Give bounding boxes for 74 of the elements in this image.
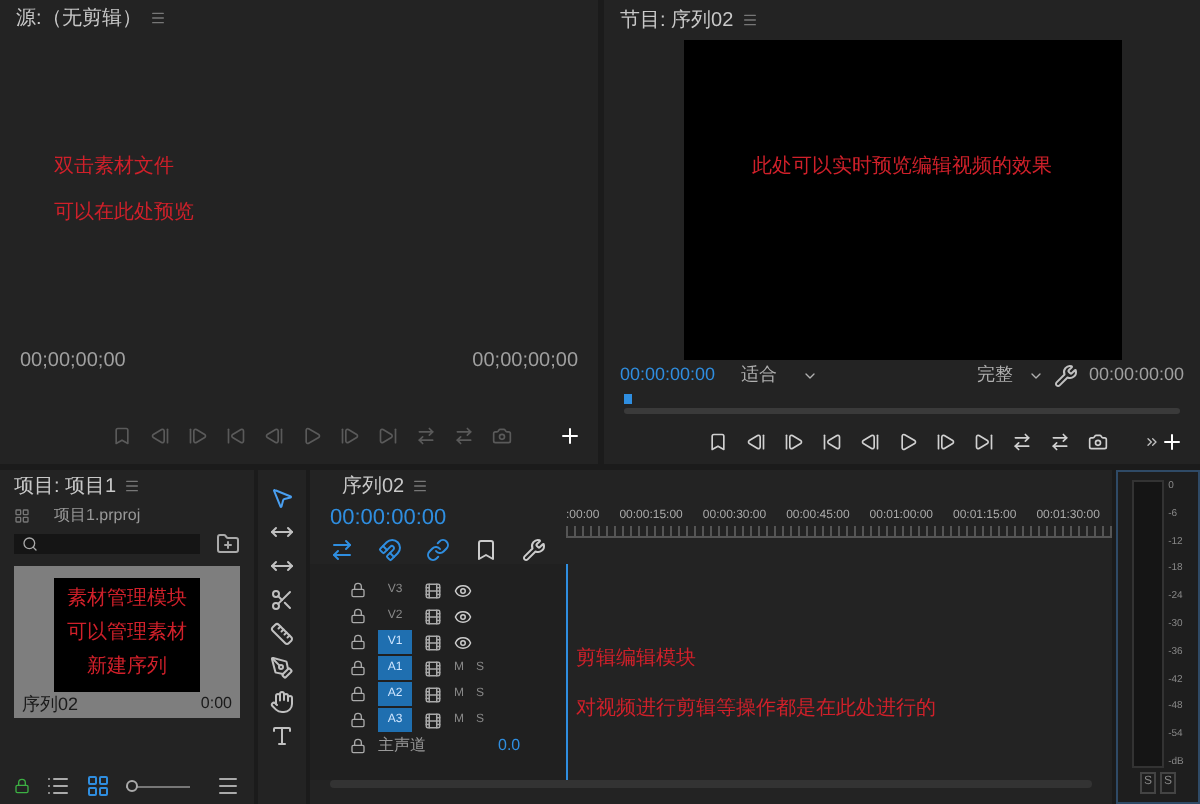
sort-icon[interactable] <box>216 774 240 798</box>
settings-icon[interactable] <box>1054 364 1079 388</box>
menu-icon[interactable] <box>741 12 758 28</box>
zoom-slider-thumb[interactable] <box>126 780 138 792</box>
razor-icon[interactable] <box>270 588 294 612</box>
volume-value[interactable]: 0.0 <box>498 734 521 758</box>
search-field[interactable] <box>14 534 200 554</box>
sync-lock-icon[interactable] <box>424 633 442 651</box>
panel-title[interactable]: 节目: 序列02 <box>620 5 734 35</box>
annotation-text: 对视频进行剪辑等操作都是在此处进行的 <box>576 695 936 723</box>
timecode: 00:00:00:00 <box>1088 362 1184 389</box>
chevron-down-icon <box>1028 368 1045 384</box>
lock-icon[interactable] <box>350 738 366 754</box>
playhead-marker[interactable] <box>624 394 632 404</box>
lock-icon[interactable] <box>350 686 366 702</box>
annotation-text: 新建序列 <box>87 654 167 683</box>
visibility-icon[interactable] <box>454 633 472 651</box>
type-icon[interactable] <box>270 724 294 748</box>
timecode: 00;00;00;00 <box>20 347 126 375</box>
track-name: 主声道 <box>378 734 426 758</box>
panel-title[interactable]: 项目: 项目1 <box>14 471 117 501</box>
visibility-icon[interactable] <box>454 607 472 625</box>
add-button-icon[interactable] <box>558 424 582 448</box>
selection-tool-icon[interactable] <box>270 486 294 510</box>
panel-title[interactable]: 序列02 <box>342 471 405 501</box>
annotation-text: 剪辑编辑模块 <box>576 645 696 673</box>
sync-lock-icon[interactable] <box>424 685 442 703</box>
timecode: 00:00:00:00 <box>620 362 716 389</box>
more-icon[interactable] <box>1144 434 1160 450</box>
snap-icon[interactable] <box>378 537 402 561</box>
icon-view-icon[interactable] <box>86 774 110 798</box>
add-button-icon[interactable] <box>1160 430 1184 454</box>
go-to-in-icon[interactable] <box>821 432 841 452</box>
annotation-text: 此处可以实时预览编辑视频的效果 <box>752 153 1052 182</box>
marker-icon[interactable] <box>112 426 132 446</box>
step-back-icon[interactable] <box>859 432 879 452</box>
menu-icon[interactable] <box>412 478 429 494</box>
lock-icon[interactable] <box>350 634 366 650</box>
timecode: 00;00;00;00 <box>472 347 578 375</box>
annotation-text: 双击素材文件 <box>54 153 174 182</box>
lock-icon[interactable] <box>350 712 366 728</box>
sync-lock-icon[interactable] <box>424 607 442 625</box>
quality-dropdown[interactable]: 完整 <box>976 362 1045 390</box>
panel-title[interactable]: 源:（无剪辑） <box>16 3 142 33</box>
search-icon <box>22 536 38 552</box>
annotation-text: 可以管理素材 <box>67 620 187 649</box>
lock-icon[interactable] <box>350 660 366 676</box>
marker-icon[interactable] <box>474 537 498 561</box>
lock-icon[interactable] <box>350 582 366 598</box>
timecode: 00:00:00:00 <box>330 504 449 534</box>
chevron-down-icon <box>801 368 818 384</box>
menu-icon[interactable] <box>149 10 166 26</box>
settings-icon[interactable] <box>522 537 546 561</box>
duration-text: 0:00 <box>200 691 232 715</box>
project-file-name: 项目1.prproj <box>54 504 141 528</box>
sync-lock-icon[interactable] <box>424 581 442 599</box>
bin-icon <box>14 508 30 524</box>
new-bin-icon[interactable] <box>216 532 240 556</box>
sync-lock-icon[interactable] <box>424 711 442 729</box>
lock-icon[interactable] <box>14 778 30 794</box>
zoom-dropdown[interactable]: 适合 <box>741 362 818 390</box>
step-forward-icon[interactable] <box>935 432 955 452</box>
annotation-text: 素材管理模块 <box>67 586 187 615</box>
pen-icon[interactable] <box>270 656 294 680</box>
visibility-icon[interactable] <box>454 581 472 599</box>
hand-icon[interactable] <box>270 690 294 714</box>
lock-icon[interactable] <box>350 608 366 624</box>
sequence-thumbnail-card[interactable]: 素材管理模块 可以管理素材 新建序列 序列02 0:00 <box>14 566 240 718</box>
link-icon[interactable] <box>426 537 450 561</box>
go-to-out-icon[interactable] <box>973 432 993 452</box>
menu-icon[interactable] <box>124 478 141 494</box>
sync-lock-icon[interactable] <box>424 659 442 677</box>
annotation-text: 可以在此处预览 <box>54 199 194 228</box>
sequence-name: 序列02 <box>22 691 79 717</box>
